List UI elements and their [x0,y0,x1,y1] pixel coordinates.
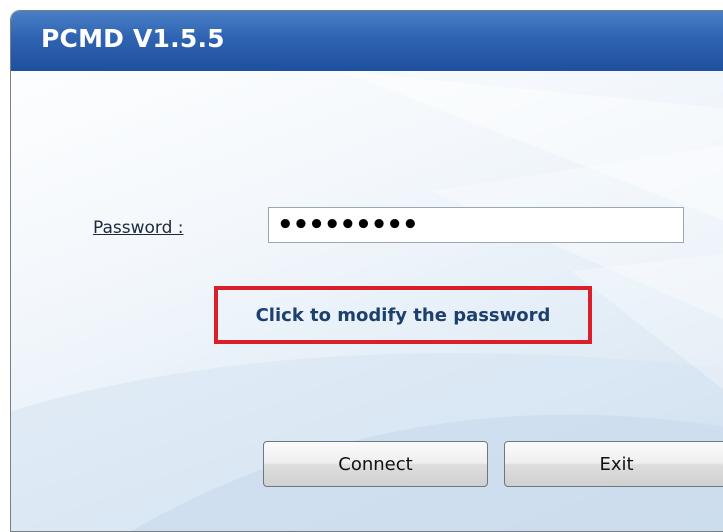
modify-password-label: Click to modify the password [255,304,551,326]
modify-password-link[interactable]: Click to modify the password [214,286,592,344]
login-window: PCMD V1.5.5 Password : Click to modify t… [10,10,723,532]
password-label: Password : [93,218,184,238]
password-input[interactable] [268,207,684,243]
title-bar: PCMD V1.5.5 [11,11,723,71]
window-title: PCMD V1.5.5 [41,24,225,53]
connect-button[interactable]: Connect [263,441,488,487]
exit-button[interactable]: Exit [504,441,723,487]
exit-button-label: Exit [599,453,634,475]
connect-button-label: Connect [338,453,413,475]
